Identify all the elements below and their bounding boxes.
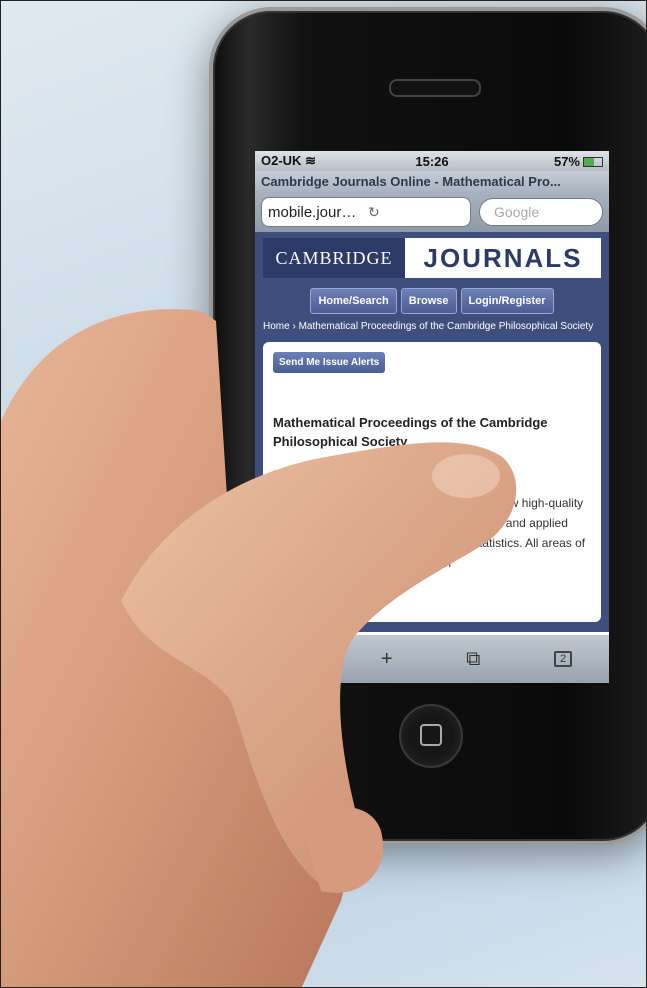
- breadcrumb-separator: ›: [292, 321, 296, 332]
- carrier-label: O2-UK ≋: [261, 153, 375, 169]
- url-text: mobile.journals.cambri...: [268, 203, 364, 221]
- search-field[interactable]: Google: [479, 198, 603, 226]
- site-nav: Home/Search Browse Login/Register: [263, 288, 601, 314]
- earpiece-speaker: [389, 79, 481, 97]
- photo-frame: O2-UK ≋ 15:26 57% Cambridge Journals Onl…: [0, 0, 647, 988]
- home-search-button[interactable]: Home/Search: [310, 288, 397, 314]
- cambridge-journals-logo[interactable]: CAMBRIDGE JOURNALS: [263, 238, 601, 278]
- breadcrumb-home[interactable]: Home: [263, 321, 290, 332]
- breadcrumb-current: Mathematical Proceedings of the Cambridg…: [298, 321, 594, 332]
- login-register-button[interactable]: Login/Register: [460, 288, 554, 314]
- bookmarks-icon[interactable]: ⧉: [466, 648, 480, 671]
- battery-indicator: 57%: [489, 154, 603, 169]
- wifi-icon: ≋: [305, 153, 316, 168]
- reload-icon[interactable]: ↻: [368, 204, 464, 221]
- issue-alerts-button[interactable]: Send Me Issue Alerts: [273, 352, 386, 373]
- browser-title: Cambridge Journals Online - Mathematical…: [255, 171, 609, 192]
- url-field[interactable]: mobile.journals.cambri... ↻: [261, 197, 471, 227]
- web-page: CAMBRIDGE JOURNALS Home/Search Browse Lo…: [255, 232, 609, 632]
- carrier-name: O2-UK: [261, 153, 302, 168]
- browser-toolbar: ◀ + ⧉ 2: [255, 635, 609, 683]
- battery-icon: [583, 157, 603, 168]
- address-bar-row: mobile.journals.cambri... ↻ Google: [255, 192, 609, 232]
- journal-description: Mathematical Proceedings ... is one of t…: [273, 496, 586, 570]
- tabs-icon[interactable]: 2: [554, 651, 573, 667]
- add-icon[interactable]: +: [381, 648, 393, 671]
- home-button-icon: [420, 724, 442, 746]
- battery-percent: 57%: [553, 153, 580, 169]
- logo-cambridge: CAMBRIDGE: [263, 238, 405, 278]
- status-bar: O2-UK ≋ 15:26 57%: [255, 151, 609, 171]
- back-icon[interactable]: ◀: [292, 647, 307, 672]
- journal-title: Mathematical Proceedings of the Cambridg…: [273, 415, 548, 449]
- editors-line: Editor(s): G.P. ... e, UK: [273, 469, 364, 479]
- phone-screen: O2-UK ≋ 15:26 57% Cambridge Journals Onl…: [255, 151, 609, 683]
- logo-journals: JOURNALS: [405, 238, 601, 278]
- breadcrumb: Home › Mathematical Proceedings of the C…: [263, 320, 601, 334]
- browse-button[interactable]: Browse: [400, 288, 457, 314]
- home-button[interactable]: [399, 704, 463, 768]
- clock: 15:26: [415, 153, 449, 169]
- content-card: Send Me Issue Alerts Mathematical Procee…: [263, 342, 601, 622]
